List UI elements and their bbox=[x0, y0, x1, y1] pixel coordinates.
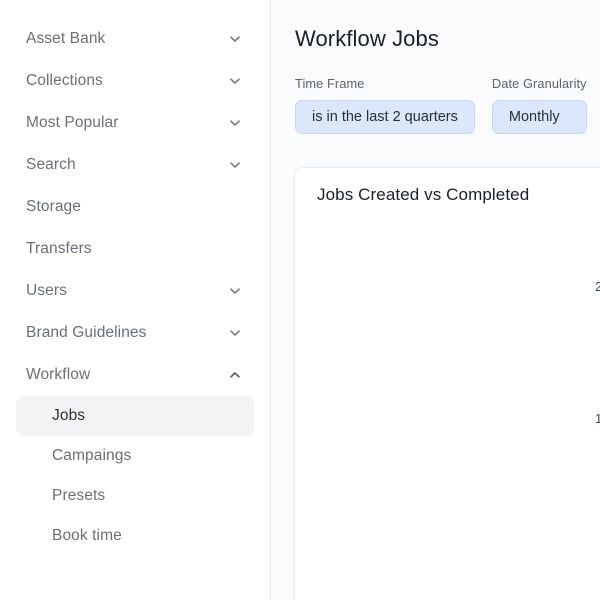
sidebar-subitem-label: Jobs bbox=[52, 407, 85, 425]
sidebar-item-presets[interactable]: Presets bbox=[16, 476, 254, 516]
sidebar-item-search[interactable]: Search bbox=[16, 144, 254, 186]
y-axis-tick-label: 100 bbox=[576, 412, 600, 426]
filter-date-granularity: Date Granularity Monthly bbox=[492, 76, 587, 134]
chart-svg bbox=[295, 168, 600, 600]
sidebar-item-collections[interactable]: Collections bbox=[16, 60, 254, 102]
chart-card: Jobs Created vs Completed 0100200JulAug bbox=[294, 167, 600, 600]
time-frame-select[interactable]: is in the last 2 quarters bbox=[295, 100, 475, 134]
y-axis-tick-label: 0 bbox=[576, 544, 600, 558]
chevron-down-icon[interactable] bbox=[228, 116, 242, 130]
sidebar-item-asset-bank[interactable]: Asset Bank bbox=[16, 18, 254, 60]
page-title: Workflow Jobs bbox=[295, 26, 439, 52]
sidebar-subitem-label: Book time bbox=[52, 527, 122, 545]
filter-time-frame: Time Frame is in the last 2 quarters bbox=[295, 76, 475, 134]
sidebar: Asset Bank Collections Most Popular Sear… bbox=[0, 0, 271, 600]
sidebar-item-most-popular[interactable]: Most Popular bbox=[16, 102, 254, 144]
sidebar-subitem-label: Presets bbox=[52, 487, 105, 505]
sidebar-item-users[interactable]: Users bbox=[16, 270, 254, 312]
sidebar-item-book-time[interactable]: Book time bbox=[16, 516, 254, 556]
sidebar-item-label: Most Popular bbox=[26, 114, 119, 132]
filter-label: Date Granularity bbox=[492, 76, 587, 91]
sidebar-item-label: Storage bbox=[26, 198, 81, 216]
line-chart-plot[interactable]: 0100200JulAug bbox=[295, 168, 600, 600]
date-granularity-select[interactable]: Monthly bbox=[492, 100, 587, 134]
chevron-up-icon[interactable] bbox=[228, 368, 242, 382]
sidebar-item-workflow[interactable]: Workflow bbox=[16, 354, 254, 396]
chevron-down-icon[interactable] bbox=[228, 32, 242, 46]
main-content: Workflow Jobs Time Frame is in the last … bbox=[271, 0, 600, 600]
sidebar-item-storage[interactable]: Storage bbox=[16, 186, 254, 228]
sidebar-item-jobs[interactable]: Jobs bbox=[16, 396, 254, 436]
sidebar-item-brand-guidelines[interactable]: Brand Guidelines bbox=[16, 312, 254, 354]
chevron-down-icon[interactable] bbox=[228, 326, 242, 340]
sidebar-item-label: Users bbox=[26, 282, 67, 300]
chevron-down-icon[interactable] bbox=[228, 158, 242, 172]
sidebar-item-transfers[interactable]: Transfers bbox=[16, 228, 254, 270]
sidebar-item-label: Asset Bank bbox=[26, 30, 105, 48]
filter-bar: Time Frame is in the last 2 quarters Dat… bbox=[295, 76, 587, 134]
chevron-down-icon[interactable] bbox=[228, 284, 242, 298]
app-root: Asset Bank Collections Most Popular Sear… bbox=[0, 0, 600, 600]
sidebar-item-campaings[interactable]: Campaings bbox=[16, 436, 254, 476]
sidebar-item-label: Brand Guidelines bbox=[26, 324, 147, 342]
chevron-down-icon[interactable] bbox=[228, 74, 242, 88]
filter-label: Time Frame bbox=[295, 76, 475, 91]
y-axis-tick-label: 200 bbox=[576, 280, 600, 294]
sidebar-item-label: Search bbox=[26, 156, 76, 174]
sidebar-subitem-label: Campaings bbox=[52, 447, 131, 465]
sidebar-item-label: Transfers bbox=[26, 240, 92, 258]
sidebar-item-label: Collections bbox=[26, 72, 103, 90]
sidebar-item-label: Workflow bbox=[26, 366, 90, 384]
